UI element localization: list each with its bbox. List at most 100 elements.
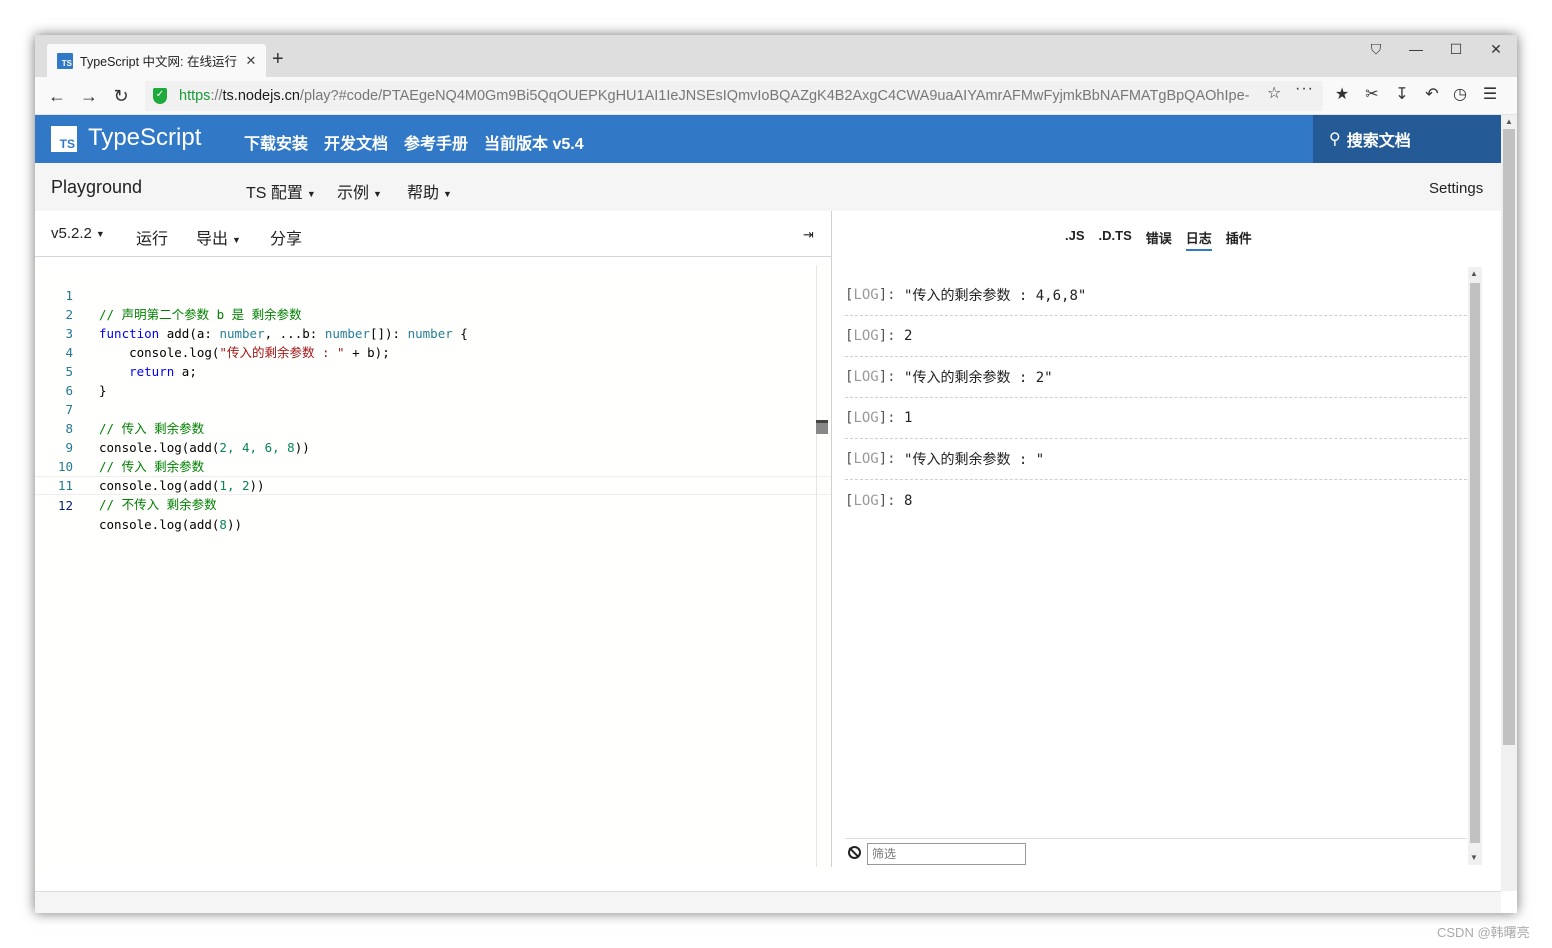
menu-help[interactable]: 帮助 ▼ (407, 179, 452, 203)
typescript-logo-icon[interactable]: TS (51, 126, 77, 152)
log-bracket: [ (845, 410, 854, 426)
run-button[interactable]: 运行 (136, 225, 168, 249)
code-token: console.log(add( (99, 517, 220, 532)
log-bracket: [ (845, 492, 854, 509)
site-nav: 下载安装 开发文档 参考手册 当前版本 v5.4 (244, 130, 584, 154)
maximize-button[interactable]: ☐ (1441, 41, 1471, 58)
search-docs-label: 搜索文档 (1346, 133, 1411, 150)
log-bracket: ]: (878, 287, 905, 303)
menu-examples[interactable]: 示例 ▼ (337, 179, 382, 203)
scroll-up-icon[interactable]: ▲ (1505, 117, 1513, 126)
menu-icon[interactable]: ☰ (1479, 84, 1501, 104)
nav-download[interactable]: 下载安装 (244, 130, 308, 154)
code-line: 2 function add(a: number, ...b: number[]… (35, 286, 831, 341)
history-icon[interactable]: ◷ (1449, 84, 1471, 104)
tab-title: TypeScript 中文网: 在线运行 (80, 55, 237, 69)
code-line: 5 } (35, 343, 831, 398)
tab-logs[interactable]: 日志 (1185, 228, 1212, 251)
log-tag: LOG (853, 287, 879, 303)
shield-icon: ✓ (153, 88, 167, 104)
close-window-button[interactable]: ✕ (1481, 41, 1511, 58)
log-bracket: ]: (878, 410, 905, 426)
log-entry: [LOG]: 2 (845, 316, 1467, 357)
version-select[interactable]: v5.2.2 ▼ (51, 225, 105, 242)
log-scrollbar-thumb[interactable] (1470, 283, 1480, 843)
clear-logs-icon[interactable] (848, 846, 861, 859)
arrow-left-icon[interactable]: ← (45, 84, 69, 108)
code-line-current: 12 console.log(add(8)) (35, 476, 831, 532)
scroll-up-icon[interactable]: ▲ (1470, 269, 1478, 278)
address-bar[interactable]: ✓ https://ts.nodejs.cn/play?#code/PTAEge… (145, 81, 1323, 111)
log-scrollbar[interactable]: ▲ ▼ (1468, 267, 1482, 865)
page-scrollbar-thumb[interactable] (1503, 129, 1515, 745)
log-message: 8 (904, 492, 913, 509)
browser-window: TS TypeScript 中文网: 在线运行 ✕ + ⛉ — ☐ ✕ ← → … (35, 35, 1517, 913)
chevron-down-icon: ▼ (306, 188, 316, 199)
log-entry: [LOG]: "传入的剩余参数 : 4,6,8" (845, 275, 1467, 316)
export-menu[interactable]: 导出 ▼ (196, 225, 241, 249)
code-editor[interactable]: 1 // 声明第二个参数 b 是 剩余参数 2 function add(a: … (35, 267, 831, 867)
editor-scrollbar[interactable] (816, 265, 830, 867)
menu-examples-label: 示例 (337, 185, 370, 202)
share-button[interactable]: 分享 (270, 225, 302, 249)
menu-ts-config-label: TS 配置 (246, 185, 303, 202)
code-text: console.log(add(8)) (99, 515, 242, 534)
pane-divider[interactable] (831, 211, 832, 867)
log-list: [LOG]: "传入的剩余参数 : 4,6,8" [LOG]: 2 [LOG]:… (845, 275, 1467, 521)
log-tag: LOG (853, 451, 879, 467)
tab-plugins[interactable]: 插件 (1226, 228, 1252, 251)
code-token: )) (226, 517, 243, 532)
tab-dts[interactable]: .D.TS (1099, 228, 1132, 251)
settings-link[interactable]: Settings (1429, 180, 1483, 197)
tab-errors[interactable]: 错误 (1146, 228, 1172, 251)
arrow-right-icon[interactable]: → (77, 84, 101, 108)
scissors-icon[interactable]: ✂ (1361, 84, 1383, 104)
pin-window-icon[interactable]: ⛉ (1361, 41, 1391, 58)
chevron-down-icon: ▼ (232, 234, 241, 245)
tab-js[interactable]: .JS (1065, 228, 1085, 251)
chevron-down-icon: ▼ (443, 188, 452, 199)
download-icon[interactable]: ↧ (1391, 84, 1413, 104)
menu-ts-config[interactable]: TS 配置 ▼ (246, 179, 316, 203)
log-filter-input[interactable] (867, 843, 1026, 865)
export-label: 导出 (196, 231, 229, 248)
log-bracket: [ (845, 451, 854, 467)
log-entry: [LOG]: 8 (845, 480, 1467, 521)
code-text: // 不传入 剩余参数 (99, 497, 217, 512)
search-docs-button[interactable]: ⚲ 搜索文档 (1313, 115, 1501, 163)
browser-tab[interactable]: TS TypeScript 中文网: 在线运行 ✕ (47, 44, 266, 77)
minimize-button[interactable]: — (1401, 41, 1431, 57)
close-tab-icon[interactable]: ✕ (244, 53, 258, 69)
scroll-down-icon[interactable]: ▼ (1470, 853, 1478, 862)
nav-docs[interactable]: 开发文档 (324, 130, 388, 154)
screenshot-stage: TS TypeScript 中文网: 在线运行 ✕ + ⛉ — ☐ ✕ ← → … (0, 0, 1552, 948)
log-bracket: ]: (878, 328, 905, 344)
log-tag: LOG (853, 369, 879, 385)
url-text[interactable]: https://ts.nodejs.cn/play?#code/PTAEgeNQ… (179, 88, 1249, 104)
site-logo-text[interactable]: TypeScript (88, 124, 201, 152)
collapse-sidebar-icon[interactable]: ⇥ (803, 227, 814, 243)
code-line: 1 // 声明第二个参数 b 是 剩余参数 (35, 267, 831, 322)
more-options-icon[interactable]: ··· (1295, 80, 1314, 98)
bookmark-star-icon[interactable]: ☆ (1267, 83, 1281, 103)
output-tabs: .JS .D.TS 错误 日志 插件 (1065, 228, 1252, 251)
log-message: "传入的剩余参数 : 4,6,8" (904, 288, 1087, 304)
reload-icon[interactable]: ↻ (109, 84, 133, 108)
code-line: 7 // 传入 剩余参数 (35, 381, 831, 436)
log-entry: [LOG]: "传入的剩余参数 : " (845, 439, 1467, 480)
log-message: "传入的剩余参数 : 2" (904, 370, 1053, 386)
code-token: 8 (219, 517, 227, 532)
nav-handbook[interactable]: 参考手册 (404, 130, 468, 154)
undo-icon[interactable]: ↶ (1421, 84, 1443, 104)
nav-version[interactable]: 当前版本 v5.4 (484, 130, 584, 154)
code-line: 8 console.log(add(2, 4, 6, 8)) (35, 400, 831, 455)
editor-overview-marker (816, 420, 828, 434)
chevron-down-icon: ▼ (95, 229, 105, 240)
line-number: 12 (57, 498, 73, 513)
star-list-icon[interactable]: ★ (1331, 84, 1353, 104)
url-path: /play?#code/PTAEgeNQ4M0Gm9Bi5QqOUEPKgHU1… (299, 88, 1249, 104)
code-line: 10 console.log(add(1, 2)) (35, 438, 831, 493)
new-tab-button[interactable]: + (272, 48, 284, 70)
page-scrollbar[interactable]: ▲ (1501, 115, 1517, 891)
log-entry: [LOG]: "传入的剩余参数 : 2" (845, 357, 1467, 398)
